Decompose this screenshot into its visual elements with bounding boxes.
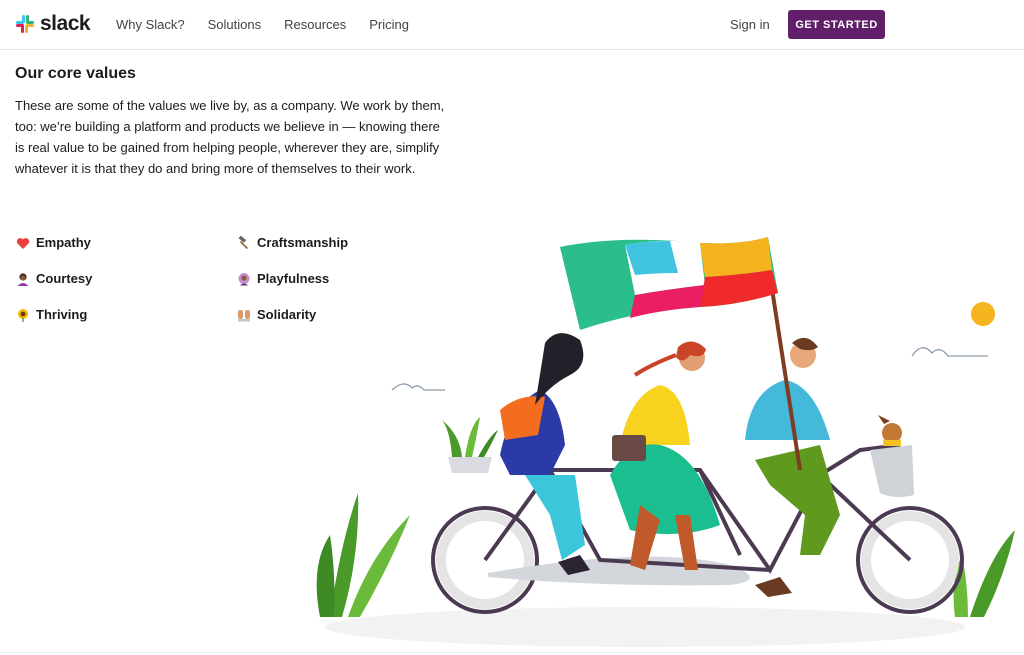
page-title: Our core values bbox=[15, 65, 136, 82]
sign-in-link[interactable]: Sign in bbox=[730, 17, 770, 33]
person-cartwheel-icon bbox=[236, 272, 251, 287]
raised-hands-icon bbox=[236, 308, 251, 323]
cloud-line bbox=[911, 347, 988, 357]
value-label: Courtesy bbox=[36, 271, 93, 286]
get-started-button[interactable]: GET STARTED bbox=[788, 10, 885, 39]
hammer-icon bbox=[236, 236, 251, 251]
slack-logo-icon bbox=[16, 15, 34, 33]
nav-link-resources[interactable]: Resources bbox=[284, 17, 346, 33]
value-label: Empathy bbox=[36, 235, 91, 250]
logo-text: slack bbox=[40, 12, 91, 35]
nav-link-pricing[interactable]: Pricing bbox=[369, 17, 409, 33]
tandem-bicycle-illustration bbox=[316, 237, 1015, 647]
heart-icon bbox=[15, 236, 30, 251]
top-nav: slack Why Slack? Solutions Resources Pri… bbox=[0, 0, 1024, 50]
slack-logo[interactable]: slack bbox=[15, 12, 91, 35]
value-item-empathy: Empathy bbox=[15, 234, 91, 252]
value-item-courtesy: Courtesy bbox=[15, 270, 92, 288]
nav-link-why-slack[interactable]: Why Slack? bbox=[116, 17, 185, 33]
sunflower-icon bbox=[15, 308, 30, 323]
intro-paragraph: These are some of the values we live by,… bbox=[15, 98, 445, 176]
value-label: Thriving bbox=[36, 307, 88, 322]
person-bowing-icon bbox=[15, 272, 30, 287]
divider bbox=[0, 652, 1024, 653]
cloud-line bbox=[391, 383, 445, 391]
nav-link-solutions[interactable]: Solutions bbox=[208, 17, 261, 33]
sun-icon bbox=[971, 302, 995, 326]
main-nav: Why Slack? Solutions Resources Pricing bbox=[116, 17, 409, 33]
value-item-thriving: Thriving bbox=[15, 306, 87, 324]
